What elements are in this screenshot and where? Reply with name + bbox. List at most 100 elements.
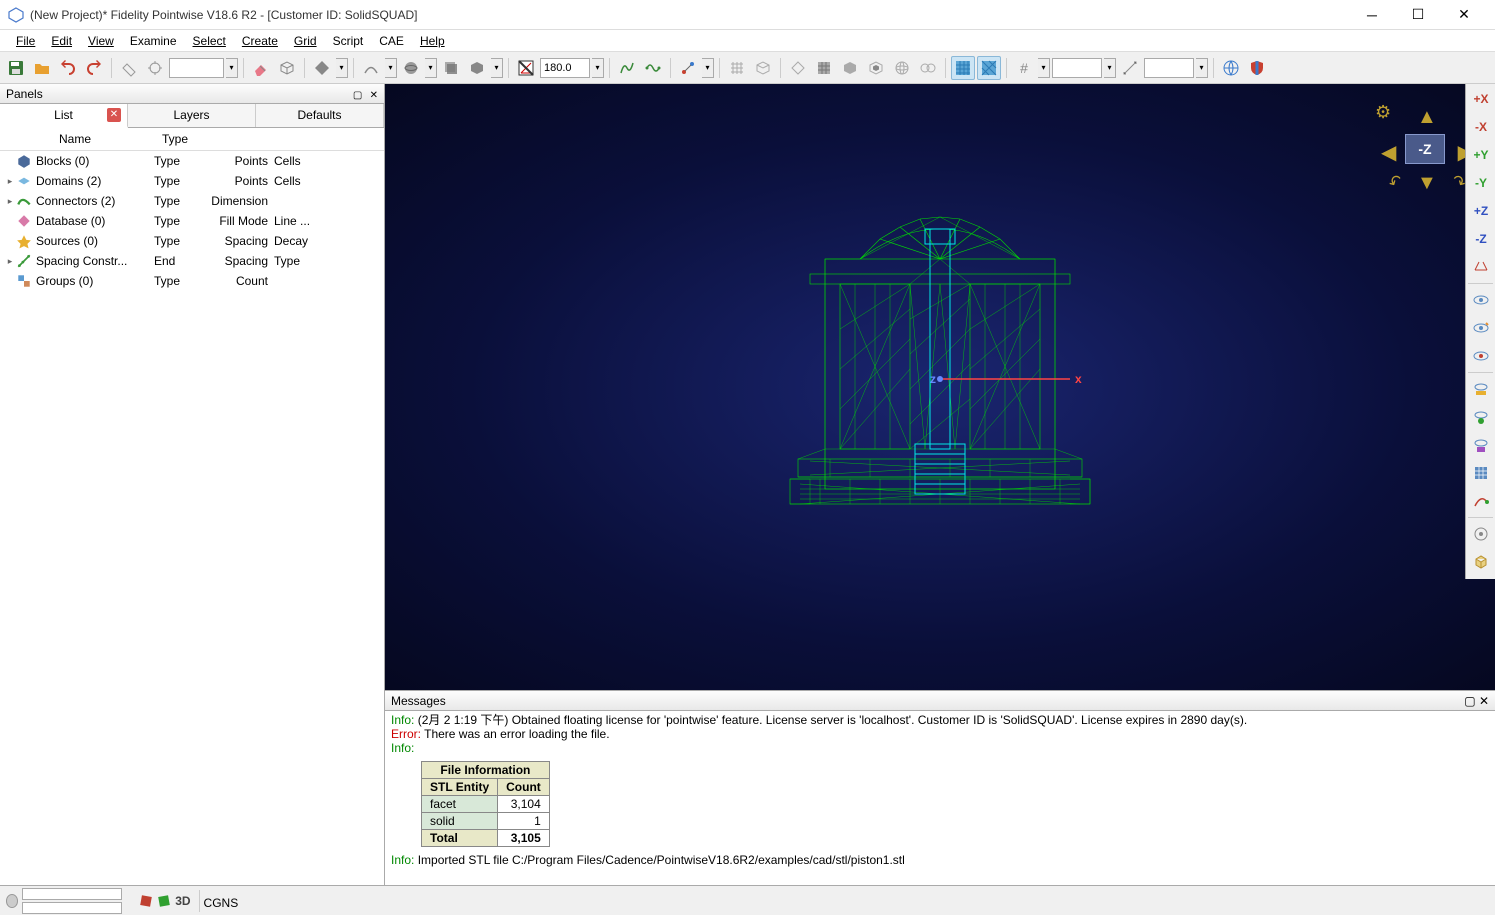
diamond-icon-2[interactable] (786, 56, 810, 80)
view-iso-icon[interactable] (1468, 254, 1494, 280)
spline-icon-2[interactable] (641, 56, 665, 80)
messages-body[interactable]: Info: (2月 2 1:19 下午) Obtained floating l… (385, 711, 1495, 885)
tree-row-sources[interactable]: Sources (0) Type Spacing Decay (0, 231, 384, 251)
messages-float-icon[interactable]: ▢ (1464, 694, 1475, 708)
circles-icon[interactable] (916, 56, 940, 80)
tab-list[interactable]: List ✕ (0, 104, 128, 128)
hash-icon[interactable]: # (1012, 56, 1036, 80)
view-plus-z[interactable]: +Z (1468, 198, 1494, 224)
panel-float-icon[interactable]: ▢ (353, 90, 362, 101)
angle-input[interactable] (540, 58, 590, 78)
curve-dropdown-1[interactable]: ▾ (385, 58, 397, 78)
grid-shaded-icon[interactable] (812, 56, 836, 80)
diamond-dropdown[interactable]: ▾ (336, 58, 348, 78)
panel-close-icon[interactable]: ✕ (370, 90, 378, 101)
toolbar-dropdown-3[interactable]: ▾ (1196, 58, 1208, 78)
sphere-dropdown[interactable]: ▾ (425, 58, 437, 78)
redo-icon[interactable] (82, 56, 106, 80)
open-icon[interactable] (30, 56, 54, 80)
minimize-button[interactable]: ─ (1349, 0, 1395, 30)
menu-examine[interactable]: Examine (122, 32, 185, 50)
nav-gear-icon[interactable]: ⚙ (1375, 102, 1391, 123)
eye-purple-icon[interactable] (1468, 432, 1494, 458)
block-icon-1[interactable] (838, 56, 862, 80)
nav-down-icon[interactable]: ▼ (1417, 172, 1437, 195)
target-icon[interactable] (1468, 521, 1494, 547)
eye-green-icon[interactable] (1468, 404, 1494, 430)
toolbar-input-1[interactable] (169, 58, 224, 78)
node-dropdown[interactable]: ▾ (702, 58, 714, 78)
menu-grid[interactable]: Grid (286, 32, 325, 50)
view-minus-x[interactable]: -X (1468, 114, 1494, 140)
tool-icon-2[interactable] (143, 56, 167, 80)
eye-grid-icon[interactable] (1468, 460, 1494, 486)
diamond-icon[interactable] (310, 56, 334, 80)
tab-list-close[interactable]: ✕ (107, 108, 121, 122)
tree-row-spacing[interactable]: ▸ Spacing Constr... End Spacing Type (0, 251, 384, 271)
maximize-button[interactable]: ☐ (1395, 0, 1441, 30)
eye-layers-icon[interactable] (1468, 376, 1494, 402)
menu-select[interactable]: Select (185, 32, 234, 50)
shield-icon[interactable] (1245, 56, 1269, 80)
col-type[interactable]: Type (150, 132, 200, 146)
undo-icon[interactable] (56, 56, 80, 80)
shaded-dropdown[interactable]: ▾ (491, 58, 503, 78)
close-button[interactable]: ✕ (1441, 0, 1487, 30)
eraser-icon[interactable] (249, 56, 273, 80)
nav-cube[interactable]: -Z (1405, 134, 1445, 164)
nav-up-icon[interactable]: ▲ (1417, 106, 1437, 129)
menu-create[interactable]: Create (234, 32, 286, 50)
view-plus-y[interactable]: +Y (1468, 142, 1494, 168)
hash-dropdown[interactable]: ▾ (1038, 58, 1050, 78)
view-minus-z[interactable]: -Z (1468, 226, 1494, 252)
view-minus-y[interactable]: -Y (1468, 170, 1494, 196)
menu-edit[interactable]: Edit (43, 32, 80, 50)
tab-layers[interactable]: Layers (128, 104, 256, 127)
menu-file[interactable]: File (8, 32, 43, 50)
cube-small-icon[interactable] (1468, 549, 1494, 575)
eye-icon-2[interactable] (1468, 315, 1494, 341)
menu-script[interactable]: Script (325, 32, 372, 50)
view-plus-x[interactable]: +X (1468, 86, 1494, 112)
mesh-icon-2[interactable] (751, 56, 775, 80)
spline-icon-1[interactable] (615, 56, 639, 80)
toolbar-dropdown-2[interactable]: ▾ (1104, 58, 1116, 78)
cube-icon[interactable] (275, 56, 299, 80)
angle-icon[interactable] (514, 56, 538, 80)
3d-viewport[interactable]: x z ⚙ ⌂ ▲ ◀ ▶ ▼ ↶ ↷ -Z (385, 84, 1495, 690)
save-icon[interactable] (4, 56, 28, 80)
menu-help[interactable]: Help (412, 32, 453, 50)
sphere-icon[interactable] (399, 56, 423, 80)
tree-row-groups[interactable]: Groups (0) Type Count (0, 271, 384, 291)
angle-dropdown[interactable]: ▾ (592, 58, 604, 78)
grid-toggle-1[interactable] (951, 56, 975, 80)
tree-row-database[interactable]: Database (0) Type Fill Mode Line ... (0, 211, 384, 231)
shaded-icon[interactable] (465, 56, 489, 80)
block-icon-2[interactable] (864, 56, 888, 80)
mesh-icon-1[interactable] (725, 56, 749, 80)
tree-row-domains[interactable]: ▸ Domains (2) Type Points Cells (0, 171, 384, 191)
col-name[interactable]: Name (0, 132, 150, 146)
menu-cae[interactable]: CAE (371, 32, 412, 50)
sphere-wire-icon[interactable] (890, 56, 914, 80)
messages-close-icon[interactable]: ✕ (1479, 694, 1489, 708)
eye-icon-1[interactable] (1468, 287, 1494, 313)
node-icon[interactable] (676, 56, 700, 80)
grid-toggle-2[interactable] (977, 56, 1001, 80)
globe-icon[interactable] (1219, 56, 1243, 80)
tree-row-blocks[interactable]: Blocks (0) Type Points Cells (0, 151, 384, 171)
curve-tool-icon[interactable] (1468, 488, 1494, 514)
nav-left-icon[interactable]: ◀ (1381, 140, 1396, 165)
nav-ccw-icon[interactable]: ↶ (1385, 170, 1407, 194)
tab-defaults[interactable]: Defaults (256, 104, 384, 127)
menu-view[interactable]: View (80, 32, 122, 50)
tree-row-connectors[interactable]: ▸ Connectors (2) Type Dimension (0, 191, 384, 211)
layers-icon[interactable] (439, 56, 463, 80)
toolbar-dropdown-1[interactable]: ▾ (226, 58, 238, 78)
tool-icon-1[interactable] (117, 56, 141, 80)
curve-icon-1[interactable] (359, 56, 383, 80)
eye-red-icon[interactable] (1468, 343, 1494, 369)
toolbar-input-3[interactable] (1144, 58, 1194, 78)
measure-icon[interactable] (1118, 56, 1142, 80)
toolbar-input-2[interactable] (1052, 58, 1102, 78)
